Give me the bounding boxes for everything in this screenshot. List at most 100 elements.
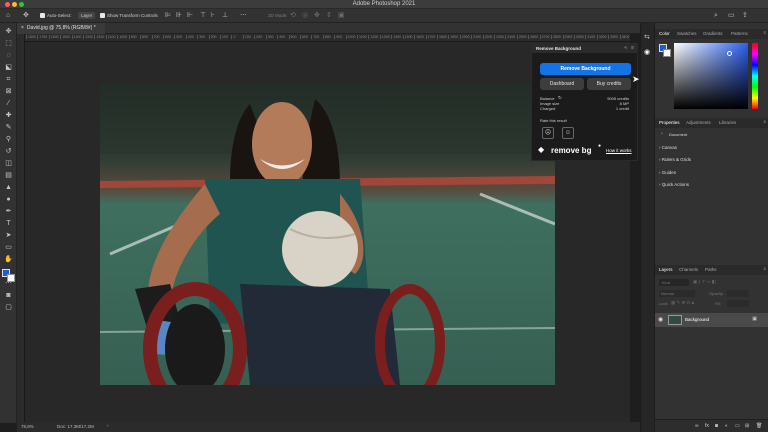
brush-tool-icon[interactable]: ✎ [3,123,14,133]
layer-lock-icon[interactable]: ▣ [752,316,757,322]
eyedropper-tool-icon[interactable]: ⁄ [3,99,14,109]
section-canvas[interactable]: › Canvas [659,145,677,150]
fill-field[interactable] [727,300,749,307]
document-tab[interactable]: × David.jpg @ 75,8% (RGB/8#) * [17,23,105,34]
tab-libraries[interactable]: Libraries [719,120,736,125]
layer-style-icon[interactable]: fx [705,423,709,429]
tab-adjustments[interactable]: Adjustments [686,120,711,125]
layer-name[interactable]: Background [685,317,709,322]
document-image[interactable] [100,84,555,385]
gradient-tool-icon[interactable]: ▤ [3,171,14,181]
more-options-icon[interactable]: ⋯ [240,12,247,19]
rectangle-tool-icon[interactable]: ▭ [3,243,14,253]
align-center-icon[interactable]: ⊪ [176,12,182,19]
layer-thumbnail[interactable] [668,315,682,325]
background-color-swatch[interactable] [7,274,15,282]
align-left-icon[interactable]: ⊫ [165,12,171,19]
type-tool-icon[interactable]: T [3,219,14,229]
tab-channels[interactable]: Channels [679,267,698,272]
color-picker-handle[interactable] [727,51,732,56]
opacity-field[interactable] [727,290,749,297]
tab-patterns[interactable]: Patterns [731,31,748,36]
dashboard-button[interactable]: Dashboard [540,78,584,90]
align-right-icon[interactable]: ⊩ [187,12,193,19]
eraser-tool-icon[interactable]: ◫ [3,159,14,169]
section-rulers-grids[interactable]: › Rulers & Grids [659,157,691,162]
auto-select-checkbox[interactable]: Auto-Select: [40,13,72,19]
delete-layer-icon[interactable]: 🗑︎ [756,423,762,429]
frame-tool-icon[interactable]: ⊠ [3,87,14,97]
lock-icons[interactable]: ▦ ✎ ✥ ⊡ 🔒︎ [671,300,694,306]
auto-select-dropdown[interactable]: Layer [78,12,96,19]
remove-background-button[interactable]: Remove Background [540,63,631,75]
object-selection-tool-icon[interactable]: ⬕ [3,63,14,73]
lasso-tool-icon[interactable]: ◌ [3,51,14,61]
healing-brush-tool-icon[interactable]: ✚ [3,111,14,121]
dodge-tool-icon[interactable]: ● [3,195,14,205]
panel-menu-icon[interactable]: ≡ [631,45,634,51]
visibility-eye-icon[interactable]: ◉ [658,316,663,323]
layer-row[interactable]: ◉ Background ▣ [655,313,768,327]
removebg-panel-icon[interactable]: ◉ [644,48,650,56]
move-tool-icon[interactable]: ✥ [23,12,29,19]
screen-mode-icon[interactable]: ▢ [3,303,14,313]
hand-tool-icon[interactable]: ✋ [3,255,14,265]
rate-good-button[interactable]: ☺ [562,127,574,139]
3d-roll-icon[interactable]: ◎ [302,12,308,19]
align-top-icon[interactable]: ⊤ [200,12,206,19]
properties-panel-menu-icon[interactable]: ≡ [763,119,766,124]
horizontal-ruler[interactable]: 1800 1700 1600 1500 1400 1300 1200 1100 1000 900 8… [25,34,630,42]
status-arrow-icon[interactable]: › [107,423,109,428]
tab-properties[interactable]: Properties [659,120,680,125]
vertical-ruler[interactable] [17,34,25,422]
quick-mask-icon[interactable]: ◙ [3,291,14,301]
filter-icons[interactable]: ▣ ◐ T ▭ ◧ [693,279,716,285]
color-panel-menu-icon[interactable]: ≡ [763,30,766,35]
workspace-icon[interactable]: ▭ [728,12,735,19]
color-picker-field[interactable] [674,43,748,109]
blend-mode-dropdown[interactable]: Normal [659,290,695,297]
marquee-tool-icon[interactable]: ⬚ [3,39,14,49]
tab-layers[interactable]: Layers [659,267,673,272]
blur-tool-icon[interactable]: ▲ [3,183,14,193]
new-group-icon[interactable]: ▭ [735,423,740,429]
history-panel-icon[interactable]: ⇆ [644,33,650,41]
new-layer-icon[interactable]: ⊞ [745,423,749,429]
history-brush-tool-icon[interactable]: ↺ [3,147,14,157]
tab-paths[interactable]: Paths [705,267,717,272]
home-icon[interactable]: ⌂ [6,12,10,19]
hue-slider[interactable] [752,43,758,109]
move-tool-icon[interactable]: ✥ [3,27,14,37]
color-swatches[interactable] [2,269,16,285]
rate-bad-button[interactable]: ☹ [542,127,554,139]
section-quick-actions[interactable]: › Quick Actions [659,182,689,187]
tab-swatches[interactable]: Swatches [677,31,697,36]
layers-panel-menu-icon[interactable]: ≡ [763,266,766,271]
tab-color[interactable]: Color [659,31,670,36]
zoom-level[interactable]: 75,8% [21,424,34,429]
help-icon[interactable]: ● [598,143,601,149]
pen-tool-icon[interactable]: ✒ [3,207,14,217]
3d-rotate-icon[interactable]: ⟲ [290,12,296,19]
3d-slide-icon[interactable]: ⇕ [326,12,332,19]
doc-info[interactable]: Doc: 17,3M/17,2M [57,424,94,429]
3d-pan-icon[interactable]: ✥ [314,12,320,19]
add-mask-icon[interactable]: ◙ [715,423,718,429]
share-icon[interactable]: ⇪ [742,12,748,19]
tab-gradients[interactable]: Gradients [703,31,723,36]
crop-tool-icon[interactable]: ⌗ [3,75,14,85]
3d-scale-icon[interactable]: ▣ [338,12,345,19]
close-document-icon[interactable]: × [21,25,24,31]
buy-credits-button[interactable]: Buy credits [587,78,631,90]
adjustment-layer-icon[interactable]: ◐ [725,423,728,429]
path-selection-tool-icon[interactable]: ➤ [3,231,14,241]
show-transform-checkbox[interactable]: Show Transform Controls [100,13,158,19]
align-bottom-icon[interactable]: ⊥ [222,12,228,19]
link-layers-icon[interactable]: ∞ [695,423,699,429]
section-guides[interactable]: › Guides [659,170,676,175]
align-middle-icon[interactable]: ⊦ [211,12,215,19]
clone-stamp-tool-icon[interactable]: ⚲ [3,135,14,145]
background-color-swatch[interactable] [663,49,671,57]
how-it-works-link[interactable]: How it works [606,148,632,153]
search-icon[interactable]: ⌕ [714,12,718,19]
